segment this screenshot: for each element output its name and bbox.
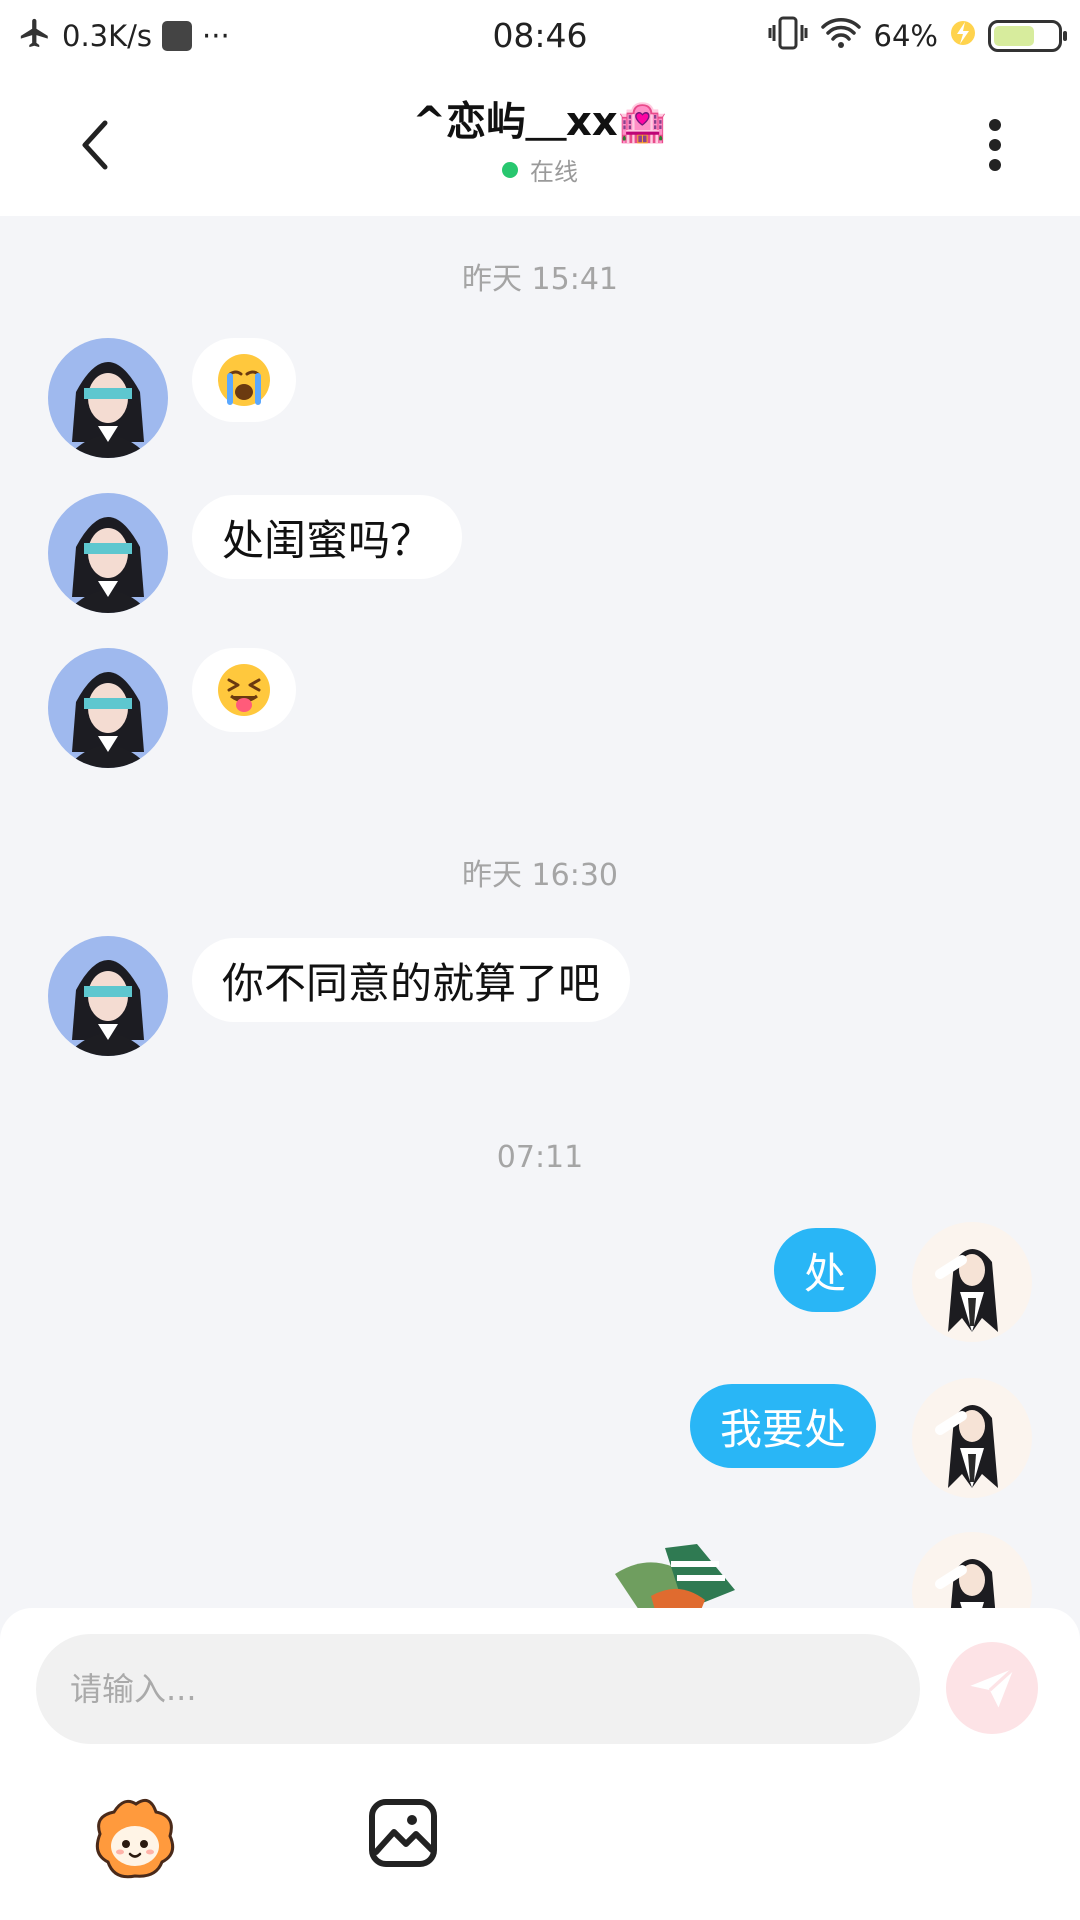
image-picker-button[interactable] <box>368 1798 438 1868</box>
my-avatar[interactable] <box>912 1378 1032 1498</box>
sticker-message[interactable] <box>615 1540 775 1608</box>
message-row <box>0 648 1080 768</box>
my-avatar[interactable] <box>912 1222 1032 1342</box>
input-panel <box>0 1608 1080 1920</box>
paper-plane-icon <box>970 1667 1015 1708</box>
contact-avatar[interactable] <box>48 493 168 613</box>
timestamp: 昨天 15:41 <box>462 262 618 297</box>
mascot-sticker-button[interactable] <box>90 1794 180 1884</box>
timestamp: 昨天 16:30 <box>462 858 618 893</box>
tongue-face-icon <box>218 664 270 716</box>
message-row: 处闺蜜吗？ <box>0 493 1080 613</box>
presence-label: 在线 <box>530 158 578 186</box>
battery-percent: 64% <box>873 19 938 53</box>
mascot-icon <box>95 1798 175 1879</box>
message-input[interactable] <box>36 1634 920 1744</box>
chevron-left-icon <box>82 120 108 170</box>
chat-title: ^恋屿＿xx🏩 <box>412 99 668 145</box>
more-button[interactable] <box>960 110 1030 180</box>
message-bubble-incoming[interactable] <box>192 648 296 732</box>
presence: 在线 <box>260 152 820 187</box>
online-dot <box>502 161 518 178</box>
battery-icon <box>988 20 1067 52</box>
message-bubble-incoming[interactable] <box>192 338 296 422</box>
chat-screen: 0.3K/s ··· 08:46 64% ^恋屿＿xx🏩 在线 昨天 15:41… <box>0 0 1080 1920</box>
timestamp: 07:11 <box>496 1140 584 1175</box>
more-vertical-icon <box>989 119 1001 171</box>
message-list[interactable]: 昨天 15:41 处闺蜜吗？ 昨天 16:30 你不同意的就算了吧 07:11 … <box>0 216 1080 1608</box>
contact-avatar[interactable] <box>48 936 168 1056</box>
my-avatar[interactable] <box>912 1532 1032 1608</box>
title-block: ^恋屿＿xx🏩 在线 <box>260 94 820 187</box>
message-row: 我要处 <box>0 1378 1080 1498</box>
contact-avatar[interactable] <box>48 338 168 458</box>
message-bubble-outgoing[interactable]: 处 <box>773 1228 876 1312</box>
vibrate-icon <box>768 15 808 58</box>
message-row: 处 <box>0 1222 1080 1342</box>
message-bubble-outgoing[interactable]: 我要处 <box>689 1384 876 1468</box>
sticker-image <box>615 1544 735 1608</box>
status-right: 64% <box>768 14 1067 58</box>
send-button[interactable] <box>946 1642 1038 1734</box>
back-button[interactable] <box>60 110 130 180</box>
message-row <box>0 1532 1080 1608</box>
message-bubble-incoming[interactable]: 处闺蜜吗？ <box>192 495 463 579</box>
wifi-icon <box>820 16 862 57</box>
message-row <box>0 338 1080 458</box>
crying-face-icon <box>218 354 270 406</box>
status-bar: 0.3K/s ··· 08:46 64% <box>0 0 1080 72</box>
chat-header: ^恋屿＿xx🏩 在线 <box>0 72 1080 216</box>
image-icon <box>369 1799 437 1867</box>
charging-icon <box>950 17 976 56</box>
contact-avatar[interactable] <box>48 648 168 768</box>
message-row: 你不同意的就算了吧 <box>0 936 1080 1056</box>
message-bubble-incoming[interactable]: 你不同意的就算了吧 <box>192 938 631 1022</box>
